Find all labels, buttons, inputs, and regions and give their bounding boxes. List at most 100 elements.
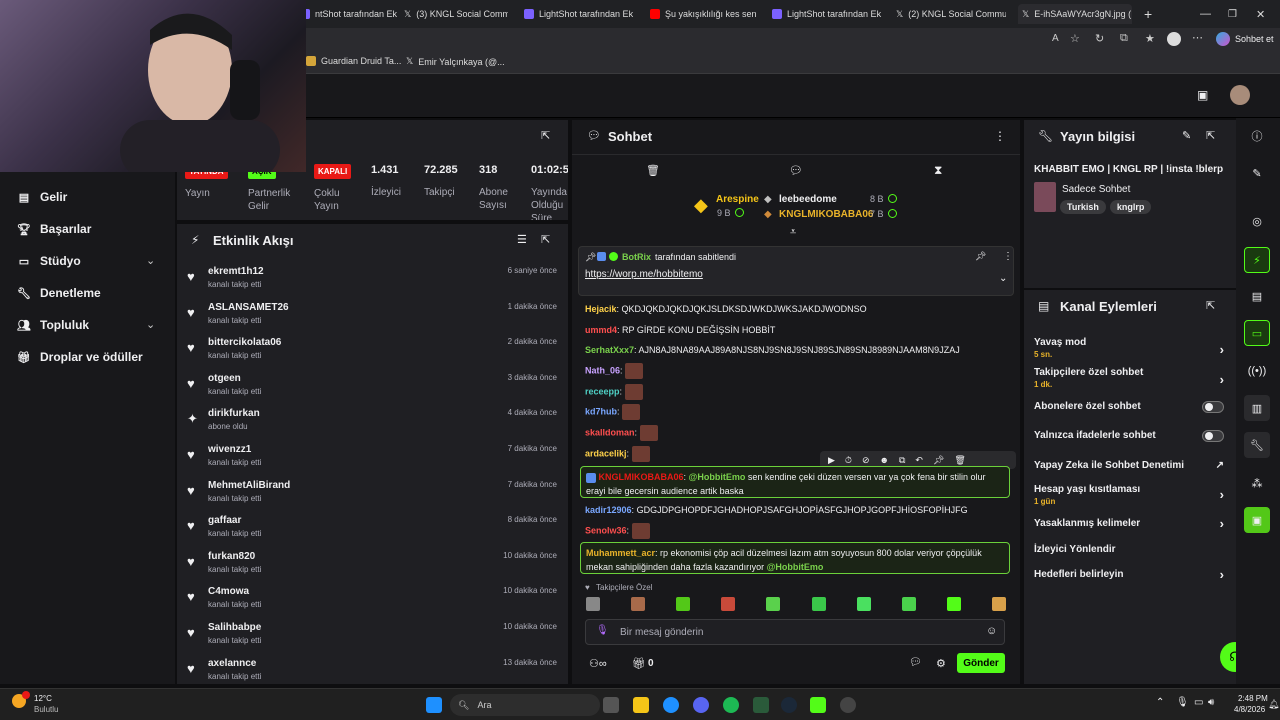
- followers-only-row[interactable]: Takipçilere özel sohbet 1 dk. ›: [1034, 367, 1224, 389]
- file-explorer-icon[interactable]: [633, 697, 649, 713]
- chat-message[interactable]: ummd4: RP GİRDE KONU DEĞİŞSİN HOBBİT: [585, 323, 995, 337]
- document-icon[interactable]: ▤: [1244, 283, 1270, 309]
- windows-start-icon[interactable]: [426, 697, 442, 713]
- pin-icon[interactable]: 📌︎: [933, 455, 944, 466]
- message-author[interactable]: KNGLMIKOBABA06: [599, 472, 684, 482]
- nav-item-denetleme[interactable]: 🔧︎ Denetleme: [17, 286, 101, 300]
- activity-row[interactable]: ♥ Salihbabpe kanalı takip etti 10 dakika ön…: [187, 620, 557, 656]
- chat-message[interactable]: skalldoman:: [585, 425, 995, 441]
- play-icon[interactable]: ▶: [828, 455, 835, 466]
- new-tab-button[interactable]: +: [1144, 4, 1152, 24]
- message-author[interactable]: Hejacik: [585, 304, 617, 314]
- emote-icon[interactable]: [631, 597, 646, 611]
- chat-message[interactable]: receepp:: [585, 384, 995, 400]
- more-icon[interactable]: ⋯: [1192, 31, 1203, 44]
- task-view-icon[interactable]: [603, 697, 619, 713]
- browser-tab[interactable]: 𝕏(3) KNGL Social Commu✕: [404, 4, 508, 24]
- pinned-author[interactable]: BotRix: [622, 252, 651, 262]
- close-window-button[interactable]: ✕: [1256, 4, 1265, 24]
- message-author[interactable]: receepp: [585, 386, 620, 396]
- maximize-button[interactable]: ❐: [1228, 4, 1237, 24]
- message-author[interactable]: kadir12906: [585, 505, 632, 515]
- discord-icon[interactable]: [693, 697, 709, 713]
- clip-icon[interactable]: ▣: [1197, 88, 1208, 102]
- chevron-down-icon[interactable]: ⌄: [146, 254, 155, 267]
- users-icon[interactable]: ⚇∞: [589, 657, 607, 670]
- chevron-down-icon[interactable]: ⌄: [999, 273, 1007, 284]
- bolt-icon[interactable]: ⚡︎: [1244, 247, 1270, 273]
- steam-icon[interactable]: [781, 697, 797, 713]
- clock-date[interactable]: 4/8/2026: [1234, 705, 1265, 714]
- trash-icon[interactable]: 🗑︎: [646, 164, 660, 177]
- edit-pencil-icon[interactable]: ✎: [1244, 160, 1270, 186]
- activity-username[interactable]: gaffaar: [208, 515, 241, 526]
- media-icon[interactable]: ▣: [1244, 507, 1270, 533]
- tag-pill[interactable]: knglrp: [1109, 200, 1152, 214]
- emote-icon[interactable]: ☻: [880, 455, 889, 465]
- chat-message[interactable]: kadir12906: GDGJDPGHOPDFJGHADHOPJSAFGHJO…: [585, 503, 995, 517]
- ban-icon[interactable]: ⊘: [862, 455, 870, 466]
- excel-icon[interactable]: [753, 697, 769, 713]
- activity-row[interactable]: ♥ wivenzz1 kanalı takip etti 7 dakika önce: [187, 442, 557, 478]
- nav-item-basarilar[interactable]: 🏆︎ Başarılar: [17, 222, 91, 236]
- app-icon[interactable]: [810, 697, 826, 713]
- browser-tab-active[interactable]: 𝕏E-ihSAaWYAcr3gN.jpg (✕: [1018, 4, 1132, 24]
- highlighted-message[interactable]: KNGLMIKOBABA06: @HobbitEmo sen kendine ç…: [580, 466, 1010, 498]
- wrench-icon[interactable]: 🔧︎: [1244, 432, 1270, 458]
- subscribers-only-toggle[interactable]: [1202, 401, 1224, 413]
- minimize-button[interactable]: —: [1200, 4, 1211, 24]
- activity-username[interactable]: MehmetAliBirand: [208, 480, 290, 491]
- message-author[interactable]: ummd4: [585, 325, 617, 335]
- refresh-icon[interactable]: ↻: [1095, 32, 1104, 45]
- activity-username[interactable]: Salihbabpe: [208, 622, 261, 633]
- slow-mode-row[interactable]: Yavaş mod 5 sn. ›: [1034, 337, 1224, 359]
- emote-icon[interactable]: [586, 597, 600, 611]
- activity-row[interactable]: ✦ dirikfurkan abone oldu 4 dakika önce: [187, 406, 557, 442]
- emote-icon[interactable]: [676, 597, 691, 611]
- microphone-icon[interactable]: 🎙︎: [596, 625, 609, 636]
- send-button[interactable]: Gönder: [957, 653, 1005, 673]
- bookmark-item[interactable]: 𝕏 Emir Yalçınkaya (@...: [406, 56, 505, 67]
- category-thumbnail[interactable]: [1034, 182, 1056, 212]
- obs-icon[interactable]: [840, 697, 856, 713]
- browser-tab[interactable]: LightShot tarafından Ek✕: [524, 4, 634, 24]
- emote-icon[interactable]: [766, 597, 781, 611]
- layout-icon[interactable]: ▥: [1244, 395, 1270, 421]
- popout-icon[interactable]: ⇱: [541, 129, 550, 142]
- copilot-icon[interactable]: [1216, 32, 1230, 46]
- chat-message[interactable]: Nath_06:: [585, 363, 995, 379]
- activity-username[interactable]: axelannce: [208, 658, 256, 669]
- activity-row[interactable]: ♥ ASLANSAMET26 kanalı takip etti 1 dakika ö…: [187, 300, 557, 336]
- settings-gear-icon[interactable]: ⚙︎: [936, 657, 946, 670]
- favorite-star-icon[interactable]: ☆: [1070, 32, 1080, 45]
- mention[interactable]: @HobbitEmo: [689, 472, 746, 482]
- activity-row[interactable]: ♥ MehmetAliBirand kanalı takip etti 7 dakik…: [187, 478, 557, 514]
- volume-icon[interactable]: 🔊︎: [1208, 697, 1214, 708]
- kebab-menu-icon[interactable]: ⋮: [1003, 251, 1013, 262]
- emote-icon[interactable]: [811, 597, 826, 611]
- activity-username[interactable]: furkan820: [208, 551, 255, 562]
- message-author[interactable]: Senolw36: [585, 525, 627, 535]
- message-author[interactable]: kd7hub: [585, 406, 617, 416]
- activity-row[interactable]: ♥ bittercikolata06 kanalı takip etti 2 daki…: [187, 335, 557, 371]
- chat-message[interactable]: Hejacik: QKDJQKDJQKDJQKJSLDKSDJWKDJWKSJA…: [585, 302, 995, 316]
- copy-icon[interactable]: ⧉: [899, 455, 905, 466]
- chat-message[interactable]: SerhatXxx7: AJN8AJ8NA89AAJ89A8NJS8NJ9SN8…: [585, 343, 995, 357]
- nav-item-studyo[interactable]: ▭ Stüdyo: [18, 254, 81, 268]
- apps-icon[interactable]: ⁂: [1244, 470, 1270, 496]
- category-label[interactable]: Sadece Sohbet: [1062, 184, 1130, 195]
- taskbar-search[interactable]: 🔍︎ Ara: [450, 694, 600, 716]
- activity-username[interactable]: otgeen: [208, 373, 241, 384]
- profile-avatar[interactable]: [1167, 32, 1181, 46]
- edit-pencil-icon[interactable]: ✎: [1182, 129, 1191, 142]
- pin-icon[interactable]: 📌︎: [975, 251, 986, 262]
- activity-row[interactable]: ♥ ekremt1h12 kanalı takip etti 6 saniye önc…: [187, 264, 557, 300]
- tag-pill[interactable]: Turkish: [1060, 200, 1106, 214]
- highlighted-message[interactable]: Muhammett_acr: rp ekonomisi çöp acil düz…: [580, 542, 1010, 574]
- emote-icon[interactable]: [721, 597, 736, 611]
- emote-icon[interactable]: [901, 597, 916, 611]
- nav-item-topluluk[interactable]: 👥︎ Topluluk: [17, 318, 89, 332]
- message-author[interactable]: ardacelikj: [585, 448, 627, 458]
- activity-username[interactable]: bittercikolata06: [208, 337, 281, 348]
- activity-row[interactable]: ♥ C4mowa kanalı takip etti 10 dakika önce: [187, 584, 557, 620]
